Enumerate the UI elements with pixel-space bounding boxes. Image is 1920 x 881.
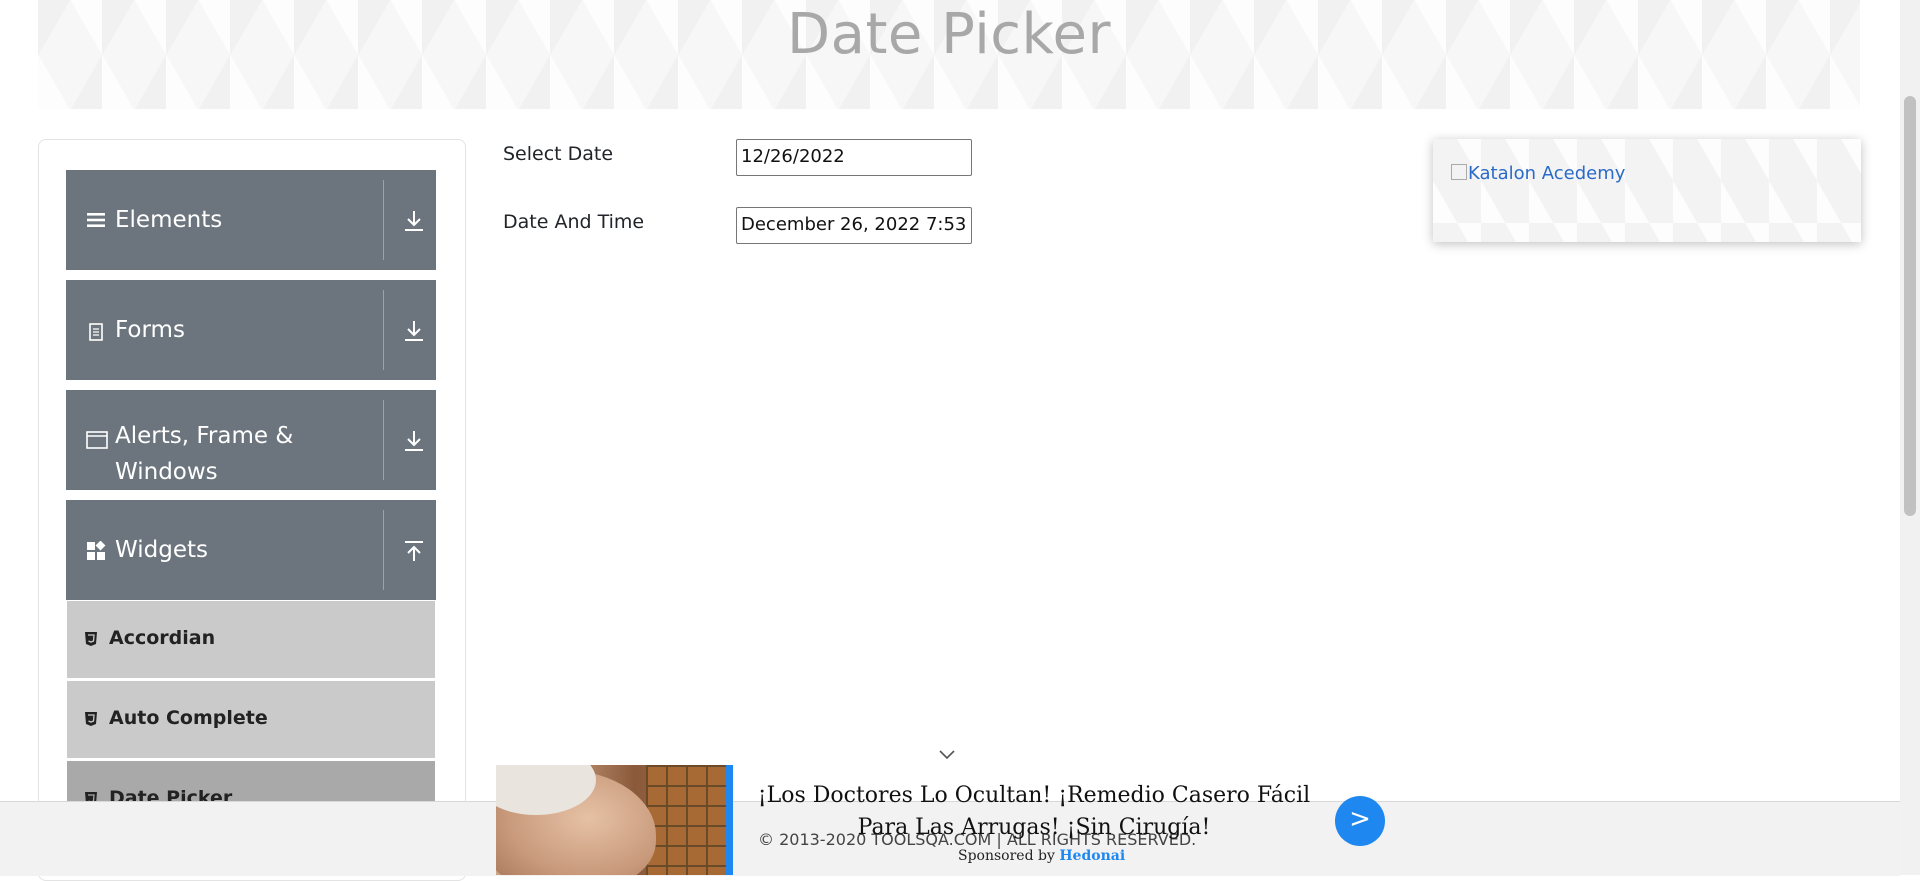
divider	[383, 180, 384, 260]
html5-icon	[85, 632, 97, 646]
html5-icon	[85, 712, 97, 726]
sidebar-group-label: Forms	[115, 317, 185, 343]
ad-sponsor: Sponsored by Hedonai	[958, 848, 1125, 864]
document-icon	[89, 323, 103, 341]
promo-banner[interactable]: Katalon Acedemy	[1433, 139, 1861, 242]
page-title: Date Picker	[787, 2, 1111, 67]
sticky-ad[interactable]: ¡Los Doctores Lo Ocultan! ¡Remedio Caser…	[496, 765, 1396, 875]
sidebar-group-label: Alerts, Frame & Windows	[115, 423, 294, 485]
sidebar-group-widgets[interactable]: Widgets	[66, 500, 436, 600]
katalon-academy-link[interactable]: Katalon Acedemy	[1451, 163, 1625, 184]
broken-image-icon	[1451, 164, 1467, 180]
ad-sponsor-name[interactable]: Hedonai	[1059, 848, 1125, 864]
ad-accent-bar	[726, 765, 733, 875]
katalon-academy-alt-text: Katalon Acedemy	[1468, 163, 1626, 184]
sidebar: Elements Forms Alerts, Frame & Windows W…	[38, 139, 466, 881]
page-header-banner: Date Picker	[38, 0, 1860, 109]
sidebar-item-label: Accordian	[109, 627, 216, 649]
select-date-input[interactable]: 12/26/2022	[736, 139, 972, 176]
sidebar-group-forms[interactable]: Forms	[66, 280, 436, 380]
ad-sponsor-prefix: Sponsored by	[958, 848, 1055, 864]
ad-image[interactable]	[496, 765, 726, 875]
sidebar-group-alerts-frame-windows[interactable]: Alerts, Frame & Windows	[66, 390, 436, 490]
sidebar-group-label: Widgets	[115, 537, 208, 563]
vertical-scrollbar[interactable]	[1900, 0, 1920, 875]
divider	[383, 290, 384, 370]
download-arrow-icon[interactable]	[400, 207, 428, 235]
divider	[383, 400, 384, 480]
date-and-time-input[interactable]: December 26, 2022 7:53 PM	[736, 207, 972, 244]
widgets-icon	[87, 541, 106, 560]
sidebar-item-auto-complete[interactable]: Auto Complete	[67, 681, 435, 758]
date-and-time-label: Date And Time	[503, 211, 645, 233]
ad-go-button[interactable]: >	[1335, 796, 1385, 846]
upload-arrow-icon[interactable]	[400, 537, 428, 565]
download-arrow-icon[interactable]	[400, 427, 428, 455]
download-arrow-icon[interactable]	[400, 317, 428, 345]
chevron-down-icon[interactable]	[937, 748, 957, 762]
sidebar-item-accordian[interactable]: Accordian	[67, 601, 435, 678]
window-icon	[86, 431, 108, 449]
select-date-label: Select Date	[503, 143, 614, 165]
menu-icon	[87, 213, 105, 227]
sidebar-item-label: Auto Complete	[109, 707, 268, 729]
sidebar-group-elements[interactable]: Elements	[66, 170, 436, 270]
scrollbar-thumb[interactable]	[1904, 96, 1916, 516]
ad-image-tiles	[646, 765, 726, 875]
divider	[383, 510, 384, 590]
sidebar-group-label: Elements	[115, 207, 223, 233]
ad-headline[interactable]: ¡Los Doctores Lo Ocultan! ¡Remedio Caser…	[744, 780, 1324, 844]
